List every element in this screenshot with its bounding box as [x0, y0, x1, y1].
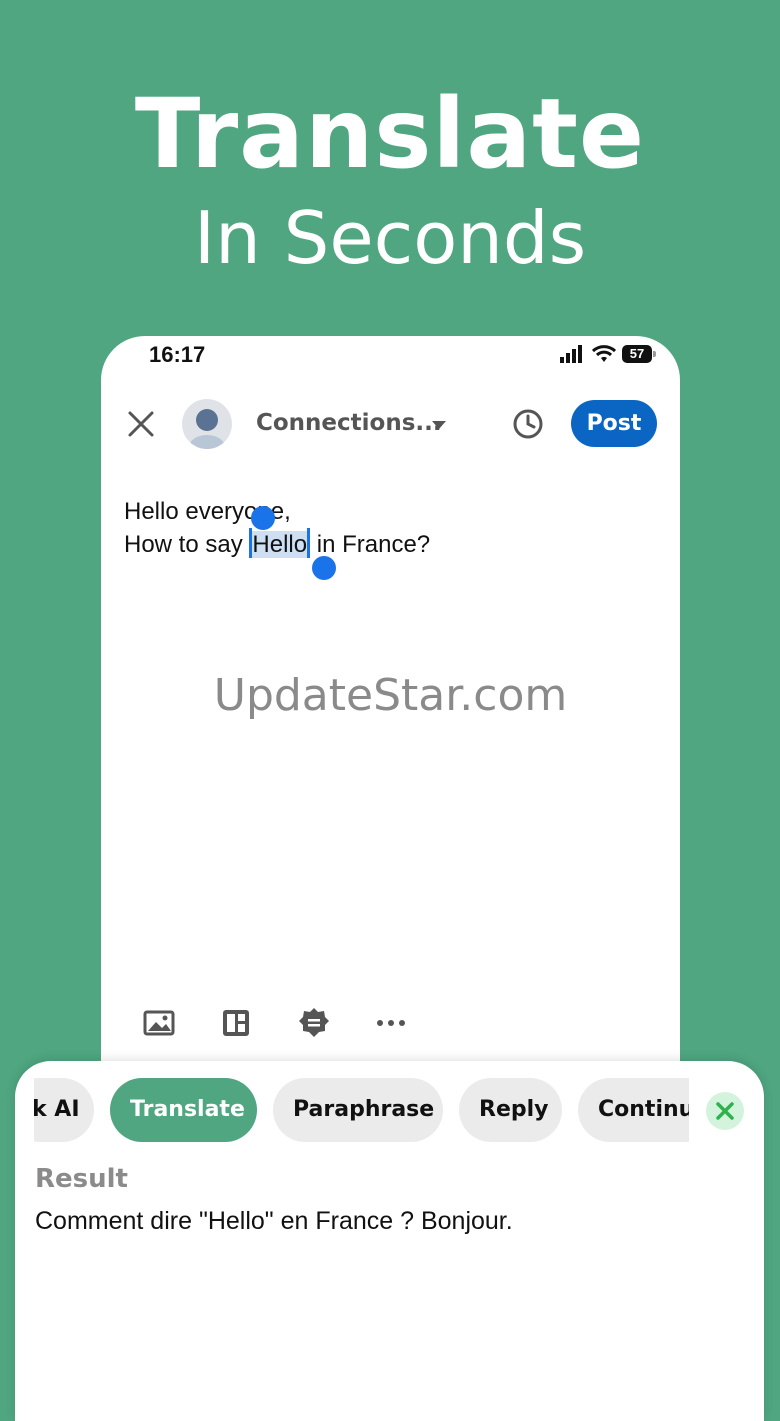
- close-icon[interactable]: [125, 408, 157, 440]
- chip-continue[interactable]: Continu: [578, 1078, 689, 1142]
- wifi-icon: [592, 345, 616, 362]
- hero-title: Translate: [134, 78, 646, 190]
- more-icon[interactable]: [374, 1006, 408, 1040]
- status-icons: 57: [560, 344, 656, 364]
- chip-translate[interactable]: Translate: [110, 1078, 257, 1142]
- ai-assistant-sheet: k AI Translate Paraphrase Reply Continu …: [15, 1061, 764, 1421]
- badge-icon[interactable]: [297, 1006, 331, 1040]
- selected-text[interactable]: Hello: [252, 531, 308, 558]
- template-icon[interactable]: [219, 1006, 253, 1040]
- chip-reply[interactable]: Reply: [459, 1078, 562, 1142]
- editor-line-1: Hello everyone,: [124, 498, 291, 525]
- close-sheet-button[interactable]: [706, 1092, 744, 1130]
- avatar[interactable]: [182, 399, 232, 449]
- hero-subtitle: In Seconds: [193, 196, 587, 280]
- editor-text-before: How to say: [124, 531, 250, 558]
- result-label: Result: [35, 1164, 128, 1194]
- chevron-down-icon[interactable]: [431, 420, 447, 430]
- battery-icon: 57: [622, 345, 656, 363]
- action-chips: k AI Translate Paraphrase Reply Continu: [34, 1078, 689, 1144]
- selection-end-handle[interactable]: [312, 556, 336, 580]
- editor-line-2: How to say Hello in France?: [124, 528, 430, 561]
- status-time: 16:17: [149, 342, 206, 367]
- close-icon: [716, 1102, 734, 1120]
- signal-icon: [560, 345, 582, 363]
- post-editor[interactable]: Hello everyone, How to say Hello in Fran…: [124, 496, 430, 561]
- image-icon[interactable]: [142, 1006, 176, 1040]
- chip-ask-ai[interactable]: k AI: [34, 1078, 94, 1142]
- post-button[interactable]: Post: [571, 400, 657, 447]
- watermark: UpdateStar.com: [213, 670, 568, 721]
- editor-text-after: in France?: [310, 531, 431, 558]
- result-text[interactable]: Comment dire "Hello" en France ? Bonjour…: [35, 1207, 513, 1236]
- audience-selector[interactable]: Connections...: [256, 410, 442, 436]
- user-icon: [189, 409, 225, 449]
- selection-start-handle[interactable]: [251, 506, 275, 530]
- chip-paraphrase[interactable]: Paraphrase: [273, 1078, 443, 1142]
- clock-icon[interactable]: [512, 408, 544, 440]
